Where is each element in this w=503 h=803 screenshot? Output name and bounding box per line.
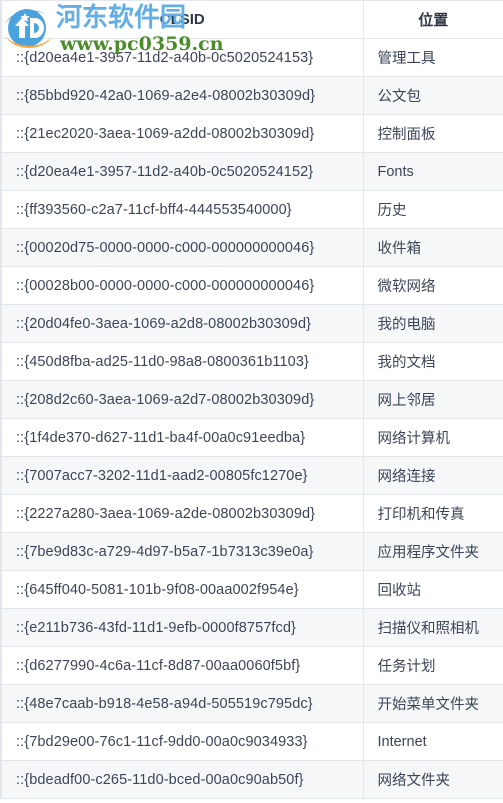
cell-location: 扫描仪和照相机	[363, 608, 503, 647]
cell-clsid: ::{00020d75-0000-0000-c000-000000000046}	[1, 228, 364, 267]
table-row[interactable]: ::{85bbd920-42a0-1069-a2e4-08002b30309d}…	[1, 76, 503, 115]
table-header-row: CLSID 位置	[1, 0, 503, 39]
table-row[interactable]: ::{450d8fba-ad25-11d0-98a8-0800361b1103}…	[1, 342, 503, 381]
cell-location: 任务计划	[363, 646, 503, 685]
table-row[interactable]: ::{208d2c60-3aea-1069-a2d7-08002b30309d}…	[1, 380, 503, 419]
cell-location: 回收站	[363, 570, 503, 609]
cell-location: Fonts	[363, 152, 503, 191]
cell-clsid: ::{2227a280-3aea-1069-a2de-08002b30309d}	[1, 494, 364, 533]
table-row[interactable]: ::{00020d75-0000-0000-c000-000000000046}…	[1, 228, 503, 267]
table-row[interactable]: ::{7be9d83c-a729-4d97-b5a7-1b7313c39e0a}…	[1, 532, 503, 571]
cell-location: 控制面板	[363, 114, 503, 153]
table-row[interactable]: ::{7bd29e00-76c1-11cf-9dd0-00a0c9034933}…	[1, 722, 503, 761]
cell-location: 历史	[363, 190, 503, 229]
table-row[interactable]: ::{d20ea4e1-3957-11d2-a40b-0c5020524153}…	[1, 38, 503, 77]
cell-location: 我的文档	[363, 342, 503, 381]
cell-clsid: ::{e211b736-43fd-11d1-9efb-0000f8757fcd}	[1, 608, 364, 647]
cell-clsid: ::{d20ea4e1-3957-11d2-a40b-0c5020524153}	[1, 38, 364, 77]
cell-clsid: ::{48e7caab-b918-4e58-a94d-505519c795dc}	[1, 684, 364, 723]
cell-clsid: ::{21ec2020-3aea-1069-a2dd-08002b30309d}	[1, 114, 364, 153]
table-row[interactable]: ::{21ec2020-3aea-1069-a2dd-08002b30309d}…	[1, 114, 503, 153]
cell-location: 公文包	[363, 76, 503, 115]
cell-clsid: ::{7bd29e00-76c1-11cf-9dd0-00a0c9034933}	[1, 722, 364, 761]
table-row[interactable]: ::{d6277990-4c6a-11cf-8d87-00aa0060f5bf}…	[1, 646, 503, 685]
cell-clsid: ::{1f4de370-d627-11d1-ba4f-00a0c91eedba}	[1, 418, 364, 457]
cell-clsid: ::{208d2c60-3aea-1069-a2d7-08002b30309d}	[1, 380, 364, 419]
table-row[interactable]: ::{e211b736-43fd-11d1-9efb-0000f8757fcd}…	[1, 608, 503, 647]
cell-location: 网上邻居	[363, 380, 503, 419]
cell-location: 网络计算机	[363, 418, 503, 457]
cell-location: 应用程序文件夹	[363, 532, 503, 571]
table-row[interactable]: ::{2227a280-3aea-1069-a2de-08002b30309d}…	[1, 494, 503, 533]
table-row[interactable]: ::{20d04fe0-3aea-1069-a2d8-08002b30309d}…	[1, 304, 503, 343]
cell-clsid: ::{20d04fe0-3aea-1069-a2d8-08002b30309d}	[1, 304, 364, 343]
cell-clsid: ::{645ff040-5081-101b-9f08-00aa002f954e}	[1, 570, 364, 609]
table-row[interactable]: ::{00028b00-0000-0000-c000-000000000046}…	[1, 266, 503, 305]
cell-clsid: ::{7be9d83c-a729-4d97-b5a7-1b7313c39e0a}	[1, 532, 364, 571]
cell-clsid: ::{00028b00-0000-0000-c000-000000000046}	[1, 266, 364, 305]
cell-location: 我的电脑	[363, 304, 503, 343]
cell-clsid: ::{d6277990-4c6a-11cf-8d87-00aa0060f5bf}	[1, 646, 364, 685]
table-row[interactable]: ::{1f4de370-d627-11d1-ba4f-00a0c91eedba}…	[1, 418, 503, 457]
cell-clsid: ::{450d8fba-ad25-11d0-98a8-0800361b1103}	[1, 342, 364, 381]
table-row[interactable]: ::{bdeadf00-c265-11d0-bced-00a0c90ab50f}…	[1, 760, 503, 799]
cell-location: 微软网络	[363, 266, 503, 305]
cell-clsid: ::{ff393560-c2a7-11cf-bff4-444553540000}	[1, 190, 364, 229]
column-header-location: 位置	[363, 0, 503, 39]
cell-location: 网络连接	[363, 456, 503, 495]
table-body: ::{d20ea4e1-3957-11d2-a40b-0c5020524153}…	[1, 38, 503, 799]
table-header: CLSID 位置	[1, 0, 503, 39]
cell-clsid: ::{bdeadf00-c265-11d0-bced-00a0c90ab50f}	[1, 760, 364, 799]
table-row[interactable]: ::{48e7caab-b918-4e58-a94d-505519c795dc}…	[1, 684, 503, 723]
table-row[interactable]: ::{645ff040-5081-101b-9f08-00aa002f954e}…	[1, 570, 503, 609]
cell-location: 收件箱	[363, 228, 503, 267]
cell-clsid: ::{85bbd920-42a0-1069-a2e4-08002b30309d}	[1, 76, 364, 115]
table-row[interactable]: ::{d20ea4e1-3957-11d2-a40b-0c5020524152}…	[1, 152, 503, 191]
cell-location: 网络文件夹	[363, 760, 503, 799]
column-header-clsid: CLSID	[1, 0, 364, 39]
table-row[interactable]: ::{7007acc7-3202-11d1-aad2-00805fc1270e}…	[1, 456, 503, 495]
cell-location: 管理工具	[363, 38, 503, 77]
cell-location: 开始菜单文件夹	[363, 684, 503, 723]
table-row[interactable]: ::{ff393560-c2a7-11cf-bff4-444553540000}…	[1, 190, 503, 229]
cell-location: Internet	[363, 722, 503, 761]
cell-location: 打印机和传真	[363, 494, 503, 533]
cell-clsid: ::{7007acc7-3202-11d1-aad2-00805fc1270e}	[1, 456, 364, 495]
cell-clsid: ::{d20ea4e1-3957-11d2-a40b-0c5020524152}	[1, 152, 364, 191]
clsid-table: CLSID 位置 ::{d20ea4e1-3957-11d2-a40b-0c50…	[0, 0, 503, 799]
